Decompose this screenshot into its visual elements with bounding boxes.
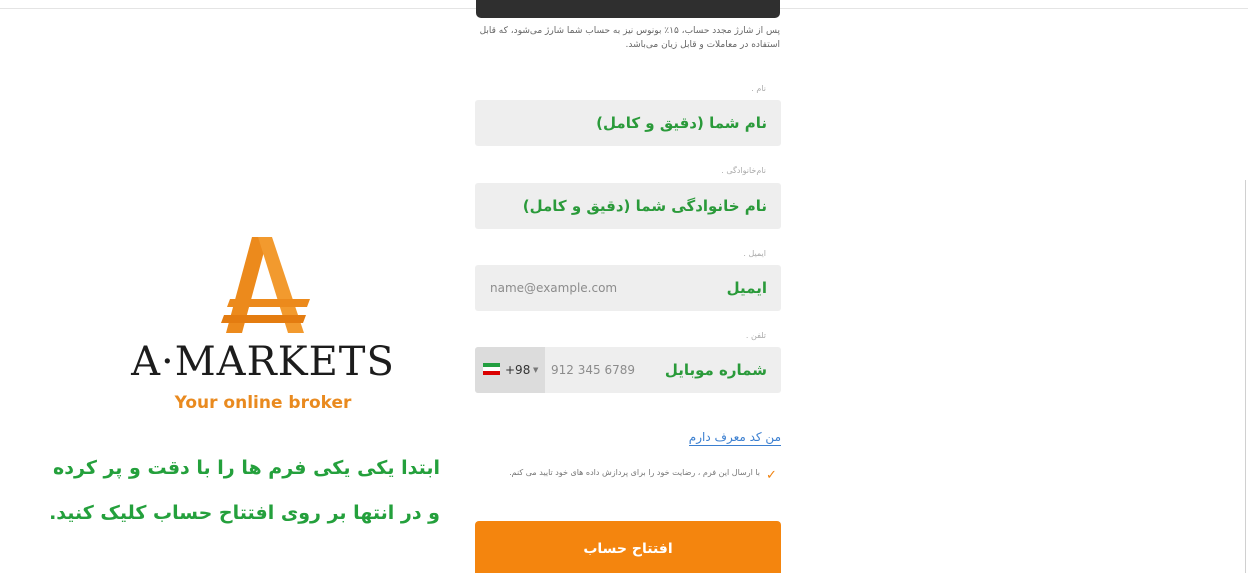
- phone-field[interactable]: +98 ▼ 912 345 6789 شماره موبایل: [475, 347, 781, 393]
- last-name-field[interactable]: نام خانوادگی شما (دقیق و کامل): [475, 183, 781, 229]
- phone-label: تلفن .: [745, 331, 766, 340]
- open-account-button[interactable]: افتتاح حساب: [475, 521, 781, 573]
- first-name-field[interactable]: نام شما (دقیق و کامل): [475, 100, 781, 146]
- email-example: name@example.com: [490, 281, 618, 295]
- phone-placeholder: شماره موبایل: [664, 361, 767, 379]
- last-name-placeholder: نام خانوادگی شما (دقیق و کامل): [522, 197, 767, 215]
- referral-code-link[interactable]: من کد معرف دارم: [688, 429, 781, 446]
- first-name-label: نام .: [751, 84, 766, 93]
- bonus-note: پس از شارژ مجدد حساب، ۱۵٪ بونوس نیز به ح…: [479, 26, 780, 50]
- open-account-label: افتتاح حساب: [583, 541, 673, 557]
- amarkets-logo-icon: [221, 237, 310, 333]
- country-code: +98: [505, 363, 531, 377]
- email-label: ایمیل .: [743, 249, 766, 258]
- first-name-placeholder: نام شما (دقیق و کامل): [596, 114, 767, 132]
- previous-button-edge[interactable]: [476, 0, 780, 18]
- instruction-line-2: و در انتها بر روی افتتاح حساب کلیک کنید.: [49, 502, 440, 524]
- phone-example: 912 345 6789: [551, 363, 635, 377]
- brand-name: A·MARKETS: [131, 339, 395, 385]
- email-field[interactable]: name@example.com ایمیل: [475, 265, 781, 311]
- instruction-line-1: ابتدا یکی یکی فرم ها را با دقت و پر کرده: [53, 457, 440, 479]
- last-name-label: نام‌خانوادگی .: [721, 166, 766, 175]
- caret-down-icon: ▼: [533, 366, 539, 374]
- iran-flag-icon: [483, 363, 500, 375]
- country-selector[interactable]: +98 ▼: [475, 347, 545, 393]
- consent-text: با ارسال این فرم ، رضایت خود را برای پرد…: [509, 468, 760, 477]
- scrollbar-edge: [1245, 180, 1246, 573]
- email-placeholder: ایمیل: [726, 279, 767, 297]
- check-icon[interactable]: ✓: [766, 468, 777, 483]
- brand-tagline: Your online broker: [174, 393, 352, 413]
